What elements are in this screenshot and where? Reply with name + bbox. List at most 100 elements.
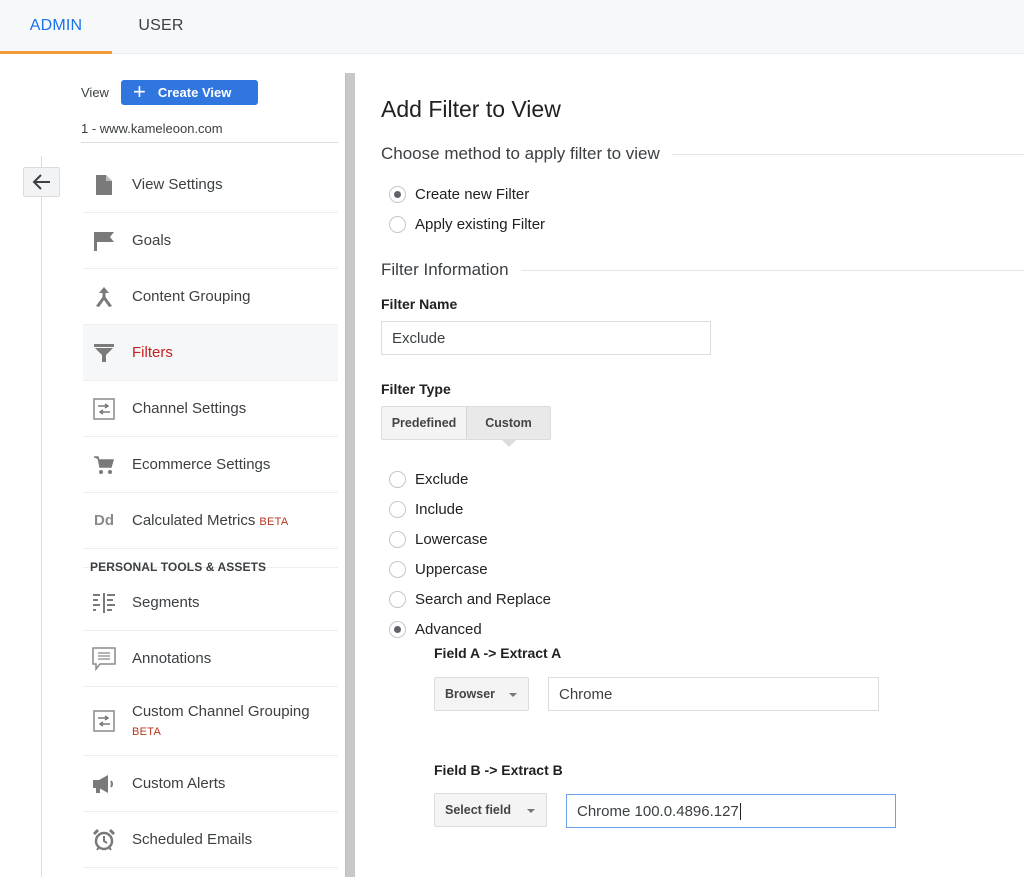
- channel-icon: [92, 397, 116, 421]
- nav-item-label: Ecommerce Settings: [132, 456, 271, 473]
- alarm-clock-icon: [92, 828, 116, 852]
- page-title: Add Filter to View: [381, 96, 561, 122]
- create-view-label: Create View: [157, 85, 232, 100]
- tab-admin[interactable]: ADMIN: [0, 0, 112, 54]
- nav-item-label: View Settings: [132, 176, 223, 193]
- segments-icon: [92, 591, 116, 615]
- field-a-label: Field A -> Extract A: [434, 645, 562, 661]
- nav-item-label: Filters: [132, 344, 173, 361]
- filter-name-value: Exclude: [392, 329, 446, 347]
- field-a-extract-input[interactable]: Chrome: [548, 677, 879, 711]
- radio-label: Include: [415, 501, 464, 518]
- nav-item-scheduled-emails[interactable]: Scheduled Emails: [83, 812, 338, 868]
- create-view-button[interactable]: + Create View: [121, 80, 258, 105]
- field-a-extract-value: Chrome: [559, 685, 613, 703]
- nav-item-label: Content Grouping: [132, 288, 251, 305]
- radio-label: Create new Filter: [415, 186, 530, 203]
- nav-item-label: Custom Channel Grouping: [132, 703, 310, 720]
- field-a-select[interactable]: Browser: [434, 677, 529, 711]
- info-section-title: Filter Information: [381, 260, 509, 279]
- nav-item-ecommerce-settings[interactable]: Ecommerce Settings: [83, 437, 338, 493]
- radio-button[interactable]: [389, 591, 406, 608]
- merge-icon: [92, 285, 116, 309]
- nav-item-content-grouping[interactable]: Content Grouping: [83, 269, 338, 325]
- radio-search-and-replace[interactable]: Search and Replace: [389, 591, 551, 608]
- back-column-line: [41, 156, 42, 877]
- nav-item-label-wrap: Calculated Metrics BETA: [132, 512, 289, 529]
- flag-icon: [92, 229, 116, 253]
- radio-advanced[interactable]: Advanced: [389, 621, 482, 638]
- method-section-title: Choose method to apply filter to view: [381, 144, 660, 163]
- view-label: View: [81, 85, 109, 100]
- nav-item-goals[interactable]: Goals: [83, 213, 338, 269]
- nav-item-custom-alerts[interactable]: Custom Alerts: [83, 756, 338, 812]
- radio-button[interactable]: [389, 501, 406, 518]
- tab-user[interactable]: USER: [112, 0, 210, 54]
- filter-icon: [92, 341, 116, 365]
- filter-type-predefined[interactable]: Predefined: [382, 407, 466, 439]
- radio-button[interactable]: [389, 471, 406, 488]
- radio-apply-existing-filter[interactable]: Apply existing Filter: [389, 216, 545, 233]
- beta-badge: BETA: [259, 516, 289, 528]
- nav-item-channel-settings[interactable]: Channel Settings: [83, 381, 338, 437]
- radio-label: Lowercase: [415, 531, 488, 548]
- megaphone-icon: [92, 772, 116, 796]
- radio-exclude[interactable]: Exclude: [389, 471, 468, 488]
- radio-create-new-filter[interactable]: Create new Filter: [389, 186, 529, 203]
- nav-item-calculated-metrics[interactable]: Dd Calculated Metrics BETA: [83, 493, 338, 549]
- sidebar-scrollbar[interactable]: [345, 73, 355, 877]
- info-section-header: Filter Information: [381, 260, 1024, 280]
- radio-include[interactable]: Include: [389, 501, 463, 518]
- radio-label: Apply existing Filter: [415, 216, 546, 233]
- nav-item-label: Goals: [132, 232, 172, 249]
- radio-label: Uppercase: [415, 561, 488, 578]
- arrow-left-icon: [32, 174, 50, 190]
- radio-label: Search and Replace: [415, 591, 551, 608]
- dd-icon: Dd: [94, 512, 114, 529]
- field-b-select-value: Select field: [445, 803, 511, 817]
- radio-button[interactable]: [389, 621, 406, 638]
- section-header-text: PERSONAL TOOLS & ASSETS: [90, 560, 267, 574]
- filter-type-toggle: Predefined Custom: [381, 406, 551, 447]
- filter-type-custom[interactable]: Custom: [466, 407, 550, 447]
- field-a-select-value: Browser: [445, 687, 496, 701]
- radio-label: Advanced: [415, 621, 482, 638]
- radio-lowercase[interactable]: Lowercase: [389, 531, 488, 548]
- radio-button[interactable]: [389, 561, 406, 578]
- cart-icon: [92, 453, 116, 477]
- nav-item-segments[interactable]: Segments: [83, 575, 338, 631]
- field-b-select[interactable]: Select field: [434, 793, 547, 827]
- nav-item-label: Segments: [132, 594, 200, 611]
- radio-button[interactable]: [389, 216, 406, 233]
- nav-item-label: Calculated Metrics: [132, 512, 256, 529]
- plus-icon: +: [133, 78, 146, 104]
- admin-tabs-bar: ADMIN USER: [0, 0, 1024, 54]
- view-nav: View Settings Goals Content Grouping Fil…: [83, 157, 338, 868]
- text-cursor: [739, 802, 741, 820]
- filter-name-label: Filter Name: [381, 296, 458, 312]
- nav-item-label: Scheduled Emails: [132, 831, 253, 848]
- nav-item-label: Custom Alerts: [132, 775, 226, 792]
- comment-icon: [92, 646, 116, 671]
- section-header: PERSONAL TOOLS & ASSETS: [83, 549, 338, 575]
- nav-item-annotations[interactable]: Annotations: [83, 631, 338, 687]
- field-b-label: Field B -> Extract B: [434, 762, 563, 778]
- back-button[interactable]: [23, 167, 60, 197]
- chevron-down-icon: [509, 693, 517, 697]
- nav-item-filters[interactable]: Filters: [83, 325, 338, 381]
- selected-view-name[interactable]: 1 - www.kameleoon.com: [81, 121, 223, 136]
- nav-item-view-settings[interactable]: View Settings: [83, 157, 338, 213]
- divider: [81, 142, 338, 143]
- radio-uppercase[interactable]: Uppercase: [389, 561, 488, 578]
- nav-item-custom-channel-grouping[interactable]: Custom Channel Grouping BETA: [83, 687, 338, 756]
- field-b-extract-value: Chrome 100.0.4896.127: [577, 802, 739, 820]
- radio-label: Exclude: [415, 471, 469, 488]
- chevron-down-icon: [527, 809, 535, 813]
- filter-name-input[interactable]: Exclude: [381, 321, 711, 355]
- method-section-header: Choose method to apply filter to view: [381, 144, 1024, 164]
- nav-item-label: Channel Settings: [132, 400, 247, 417]
- radio-button[interactable]: [389, 186, 406, 203]
- field-b-extract-input[interactable]: Chrome 100.0.4896.127: [566, 794, 896, 828]
- radio-button[interactable]: [389, 531, 406, 548]
- beta-badge: BETA: [132, 726, 162, 738]
